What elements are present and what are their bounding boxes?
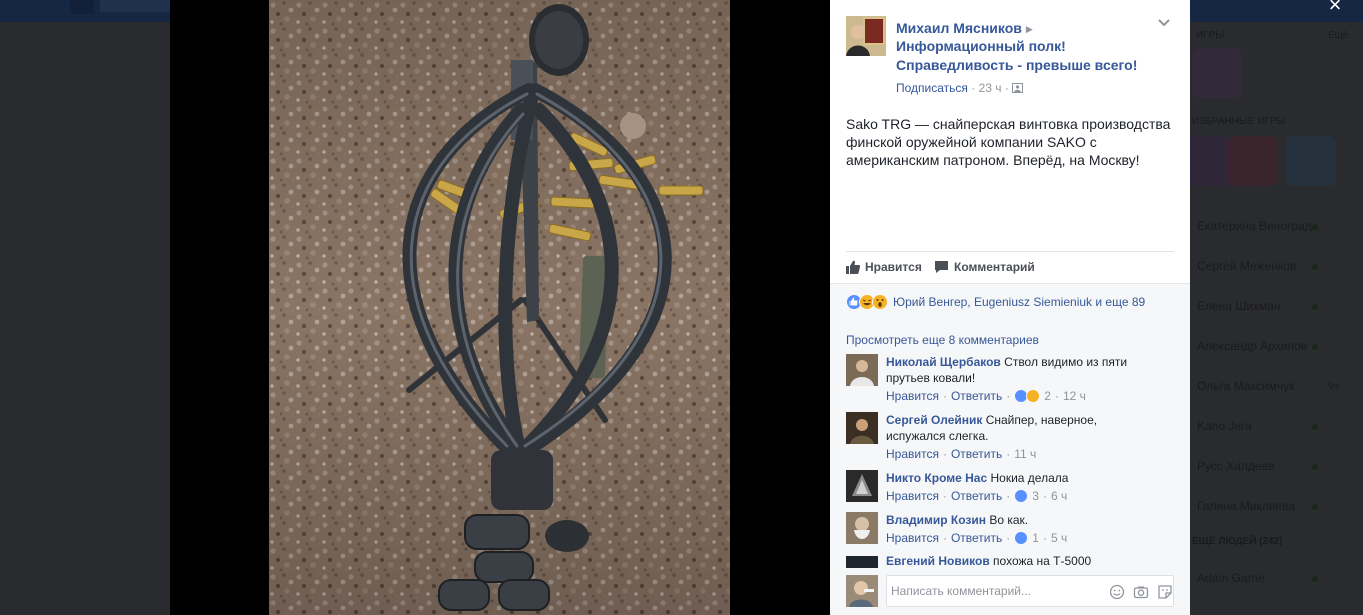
emoji-icon[interactable] <box>1109 584 1125 600</box>
commenter-name-link[interactable]: Сергей Олейник <box>886 413 982 427</box>
comment-text: Во как. <box>989 513 1029 527</box>
comment-body: Сергей Олейник Снайпер, наверное, испужа… <box>886 412 1136 462</box>
group-name-link[interactable]: Информационный полк! Справедливость - пр… <box>896 37 1161 75</box>
comment-button[interactable]: Комментарий <box>934 258 1035 276</box>
comment-footer: Нравится · Ответить · 1 · 5 ч <box>886 530 1068 546</box>
chevron-down-icon[interactable] <box>1157 16 1171 30</box>
comment-time[interactable]: 11 ч <box>1014 446 1036 462</box>
like-reaction-icon <box>1014 489 1029 503</box>
like-reaction-icon <box>1014 531 1029 545</box>
arrow-right-icon: ▶ <box>1025 24 1033 35</box>
comment-time[interactable]: 5 ч <box>1051 530 1067 546</box>
comment-input-box[interactable] <box>886 575 1174 607</box>
thumbs-up-icon <box>846 260 860 274</box>
commenter-name-link[interactable]: Владимир Козин <box>886 513 986 527</box>
comment-footer: Нравится · Ответить · 3 · 6 ч <box>886 488 1068 504</box>
author-avatar[interactable] <box>846 16 886 56</box>
post-time[interactable]: 23 ч <box>979 81 1002 95</box>
rifle-photo[interactable] <box>269 0 730 615</box>
rifle-photo-image <box>269 0 730 615</box>
comment-body: Владимир Козин Во как. Нравится · Ответит… <box>886 512 1136 546</box>
divider <box>846 251 1174 252</box>
view-more-comments-link[interactable]: Просмотреть еще 8 комментариев <box>846 333 1039 347</box>
comment-time[interactable]: 6 ч <box>1051 488 1067 504</box>
post-panel: Михаил Мясников ▶ Информационный полк! Сп… <box>830 0 1190 615</box>
comment-body: Никто Кроме Нас Нокиа делала Нравится · О… <box>886 470 1136 504</box>
post-header-text: Михаил Мясников ▶ Информационный полк! Сп… <box>896 19 1161 95</box>
comment-body: Евгений Новиков похожа на Т-5000 "точнос… <box>886 556 1136 568</box>
comment-reaction-count[interactable]: 1 <box>1032 530 1039 546</box>
author-name-link[interactable]: Михаил Мясников <box>896 20 1022 36</box>
comment-reply-link[interactable]: Ответить <box>951 530 1002 546</box>
comment-text: Нокиа делала <box>990 471 1069 485</box>
comment-item: Евгений Новиков похожа на Т-5000 "точнос… <box>846 556 1166 568</box>
audience-icon[interactable] <box>1012 83 1024 93</box>
commenter-name-link[interactable]: Никто Кроме Нас <box>886 471 987 485</box>
wow-reaction-icon[interactable] <box>872 294 888 310</box>
comment-like-link[interactable]: Нравится <box>886 446 939 462</box>
camera-icon[interactable] <box>1133 584 1149 600</box>
comment-reply-link[interactable]: Ответить <box>951 446 1002 462</box>
commenter-avatar[interactable] <box>846 556 878 568</box>
comment-body: Николай Щербаков Ствол видимо из пяти пр… <box>886 354 1136 404</box>
photo-stage <box>170 0 830 615</box>
commenter-avatar[interactable] <box>846 412 878 444</box>
close-viewer-button[interactable]: × <box>1324 0 1346 16</box>
comments-section: Юрий Венгер, Eugeniusz Siemieniuk и еще … <box>830 283 1190 615</box>
comment-reply-link[interactable]: Ответить <box>951 488 1002 504</box>
comment-reply-link[interactable]: Ответить <box>951 388 1002 404</box>
comment-reaction-count[interactable]: 2 <box>1044 388 1051 404</box>
commenter-name-link[interactable]: Евгений Новиков <box>886 556 990 568</box>
comment-input[interactable] <box>887 576 1097 606</box>
reactions-summary: Юрий Венгер, Eugeniusz Siemieniuk и еще … <box>846 294 1145 310</box>
comment-label: Комментарий <box>954 260 1035 274</box>
like-button[interactable]: Нравится <box>846 258 922 276</box>
comment-like-link[interactable]: Нравится <box>886 530 939 546</box>
comment-bubble-icon <box>935 261 948 273</box>
comment-reaction-count[interactable]: 3 <box>1032 488 1039 504</box>
subscribe-link[interactable]: Подписаться <box>896 81 968 95</box>
comment-composer <box>846 575 1176 609</box>
commenter-avatar[interactable] <box>846 354 878 386</box>
reactors-link[interactable]: Юрий Венгер, Eugeniusz Siemieniuk и еще … <box>893 295 1145 309</box>
comment-time[interactable]: 12 ч <box>1063 388 1086 404</box>
comment-footer: Нравится · Ответить · 11 ч <box>886 446 1037 462</box>
meta-separator: · <box>971 81 979 95</box>
author-avatar-image <box>846 16 886 56</box>
meta-separator: · <box>1004 81 1013 95</box>
comment-like-link[interactable]: Нравится <box>886 388 939 404</box>
post-meta: Подписаться · 23 ч · <box>896 81 1161 95</box>
commenter-name-link[interactable]: Николай Щербаков <box>886 355 1001 369</box>
comment-footer: Нравится · Ответить · 2 · 12 ч <box>886 388 1086 404</box>
viewer-avatar <box>846 575 878 607</box>
sticker-icon[interactable] <box>1157 584 1173 600</box>
commenter-avatar[interactable] <box>846 470 878 502</box>
post-text: Sako TRG — снайперская винтовка производ… <box>846 116 1171 168</box>
haha-reaction-icon <box>1026 389 1041 403</box>
commenter-avatar[interactable] <box>846 512 878 544</box>
like-label: Нравится <box>865 260 922 274</box>
comment-like-link[interactable]: Нравится <box>886 488 939 504</box>
